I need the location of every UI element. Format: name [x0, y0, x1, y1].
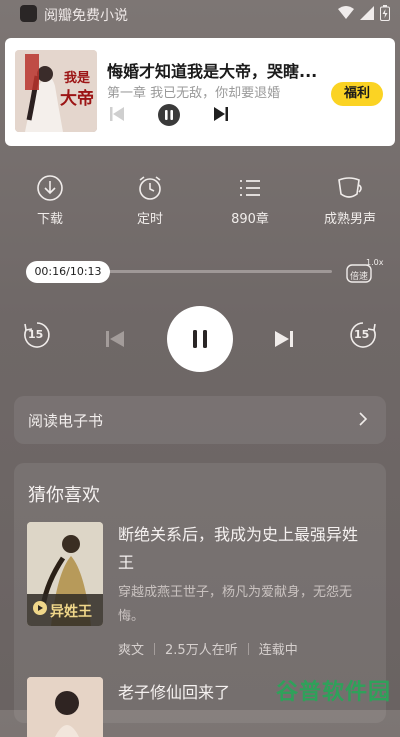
download-label: 下载 — [36, 212, 63, 227]
book-tag-genre: 爽文 — [118, 643, 145, 658]
forward-15-button[interactable]: 15 — [348, 320, 378, 354]
book-cover[interactable] — [27, 677, 103, 737]
cover-art — [27, 677, 103, 737]
next-chapter-icon[interactable] — [274, 329, 294, 349]
previous-chapter-icon[interactable] — [105, 329, 125, 349]
progress-time[interactable]: 00:16/10:13 — [26, 261, 110, 283]
rewind-seconds: 15 — [28, 328, 44, 341]
voice-button[interactable]: 成熟男声 — [315, 174, 385, 227]
download-icon — [37, 175, 63, 201]
status-app-title: 阅瓣免费小说 — [44, 8, 128, 24]
previous-icon[interactable] — [109, 106, 125, 122]
wifi-icon — [338, 6, 354, 19]
pause-icon[interactable] — [158, 104, 180, 126]
status-indicators — [338, 5, 390, 21]
alarm-clock-icon — [139, 176, 161, 200]
voice-tea-icon — [338, 177, 362, 198]
book-title[interactable]: 老子修仙回来了 — [118, 679, 230, 703]
download-button[interactable]: 下载 — [15, 174, 85, 227]
forward-seconds: 15 — [354, 328, 370, 341]
rewind-15-button[interactable]: 15 — [22, 320, 52, 354]
watermark-logo: 谷普软件园 — [272, 668, 392, 708]
cover-art: 异姓王 — [27, 522, 103, 626]
meta-divider — [247, 642, 249, 655]
book-title[interactable]: 断绝关系后，我成为史上最强异姓王 — [118, 521, 372, 577]
next-icon[interactable] — [213, 106, 229, 122]
list-icon — [240, 180, 260, 196]
book-meta: 爽文 2.5万人在听 连载中 — [118, 639, 298, 658]
svg-text:我是: 我是 — [64, 70, 91, 86]
voice-label: 成熟男声 — [323, 212, 376, 227]
timer-label: 定时 — [136, 212, 163, 227]
read-ebook-row[interactable]: 阅读电子书 — [14, 396, 386, 444]
svg-text:异姓王: 异姓王 — [50, 603, 92, 620]
recommend-title: 猜你喜欢 — [28, 485, 100, 506]
battery-icon — [380, 5, 390, 21]
speed-value: 1.0x — [366, 258, 384, 267]
timer-button[interactable]: 定时 — [115, 174, 185, 227]
speed-label: 倍速 — [350, 272, 369, 282]
book-status: 连载中 — [258, 643, 298, 658]
media-notification[interactable]: 我是 大帝 悔婚才知道我是大帝，哭瞎... 第一章 我已无敌，你却要退婚 福利 — [5, 38, 395, 146]
chapters-button[interactable]: 890章 — [215, 174, 285, 227]
app-icon — [20, 5, 37, 22]
watermark-text: 谷普软件园 — [276, 680, 392, 705]
status-bar: 阅瓣免费小说 — [0, 0, 400, 30]
notification-chapter: 第一章 我已无敌，你却要退婚 — [107, 86, 281, 101]
signal-icon — [360, 6, 374, 20]
welfare-button[interactable]: 福利 — [331, 82, 383, 106]
read-ebook-label: 阅读电子书 — [28, 412, 104, 430]
play-pause-button[interactable] — [167, 306, 233, 372]
pause-icon — [193, 330, 207, 348]
chapters-label: 890章 — [231, 212, 269, 227]
speed-button[interactable]: 1.0x 倍速 — [346, 258, 383, 284]
svg-text:大帝: 大帝 — [60, 88, 94, 109]
book-description: 穿越成燕王世子，杨凡为爱献身，无怨无悔。 — [118, 585, 353, 624]
cover-art: 我是 大帝 — [15, 50, 97, 132]
notification-book-cover: 我是 大帝 — [15, 50, 97, 132]
book-cover[interactable]: 异姓王 — [27, 522, 103, 626]
meta-divider — [154, 642, 156, 655]
chevron-right-icon — [359, 412, 368, 426]
notification-book-title: 悔婚才知道我是大帝，哭瞎... — [107, 62, 317, 81]
book-listeners: 2.5万人在听 — [165, 643, 238, 658]
